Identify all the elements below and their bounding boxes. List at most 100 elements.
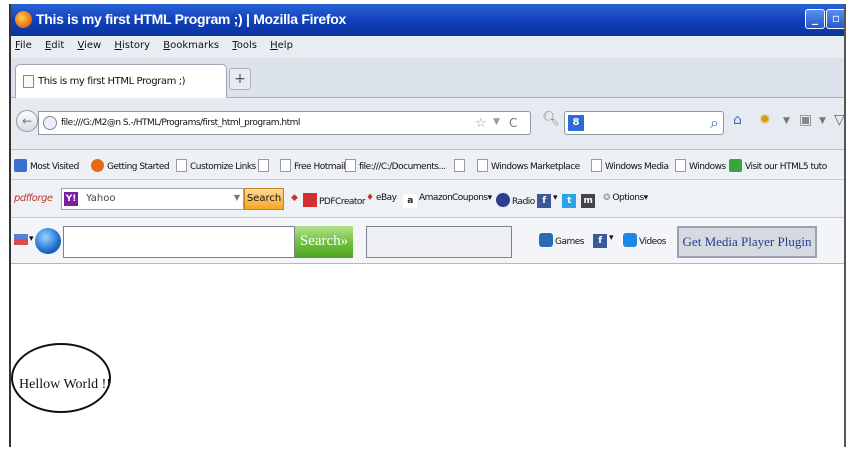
- facebook-button[interactable]: f ▾: [537, 193, 558, 208]
- bookmark-empty-1[interactable]: [258, 159, 272, 172]
- search-engine-icon[interactable]: 8: [568, 115, 584, 131]
- page-icon: [345, 159, 356, 172]
- magnifier-icon[interactable]: 🔍︎: [541, 111, 561, 133]
- amazon-button[interactable]: a Amazon: [403, 193, 453, 208]
- bookmark-windows-marketplace[interactable]: Windows Marketplace: [477, 159, 580, 172]
- page-icon: [454, 159, 465, 172]
- lock-icon[interactable]: ◆: [291, 193, 298, 203]
- restore-button[interactable]: ▫: [826, 9, 844, 29]
- games-icon: [539, 233, 553, 247]
- bookmark-windows-media[interactable]: Windows Media: [591, 159, 669, 172]
- myspace-icon: m: [581, 194, 595, 208]
- page-icon: [591, 159, 602, 172]
- reload-icon[interactable]: C: [509, 116, 517, 130]
- twitter-icon: t: [562, 194, 576, 208]
- ebay-icon: ♦: [366, 193, 376, 203]
- chevron-down-icon[interactable]: ▾: [29, 234, 34, 244]
- menu-file[interactable]: File: [15, 40, 32, 51]
- page-icon: [280, 159, 291, 172]
- pdfforge-toolbar: pdfforge Y! Yahoo ▼ Search ◆ PDFCreator …: [11, 180, 844, 218]
- chevron-down-icon[interactable]: ▼: [234, 193, 240, 202]
- twitter-button[interactable]: t: [562, 193, 578, 208]
- hello-world-text: Hellow World !!: [19, 377, 111, 392]
- html5-icon: [729, 159, 742, 172]
- facebook-button-2[interactable]: f ▾: [593, 233, 614, 248]
- search-bar[interactable]: 8 ⌕: [564, 111, 724, 135]
- pdf-icon: [303, 193, 317, 207]
- bookmarks-bar: Most Visited Getting Started Customize L…: [11, 150, 844, 180]
- tab-active[interactable]: This is my first HTML Program ;): [15, 64, 227, 98]
- search-toolbar: ▾ Search» Games f ▾ Videos Get Media Play…: [11, 218, 844, 264]
- sun-icon[interactable]: ✹: [759, 112, 771, 128]
- menu-edit[interactable]: Edit: [45, 40, 64, 51]
- minimize-button[interactable]: _: [805, 9, 825, 29]
- menu-help[interactable]: Help: [270, 40, 293, 51]
- videos-button[interactable]: Videos: [623, 233, 666, 247]
- title-bar: This is my first HTML Program ;) | Mozil…: [11, 4, 844, 36]
- options-button[interactable]: ❂ Options▾: [603, 193, 648, 203]
- page-icon: [176, 159, 187, 172]
- bookmark-file-documents[interactable]: file:///C:/Documents...: [345, 159, 446, 172]
- page-content: Hellow World !!: [11, 264, 844, 447]
- search-icon[interactable]: ⌕: [710, 113, 719, 133]
- radio-button[interactable]: Radio: [496, 193, 535, 207]
- new-tab-button[interactable]: +: [229, 68, 251, 90]
- yahoo-search-input[interactable]: Y! Yahoo ▼: [61, 188, 244, 210]
- chevron-down-icon[interactable]: ▼: [819, 116, 826, 126]
- bookmark-empty-2[interactable]: [454, 159, 468, 172]
- tab-label: This is my first HTML Program ;): [38, 76, 186, 87]
- page-icon: [258, 159, 269, 172]
- home-icon[interactable]: ⌂: [733, 112, 742, 128]
- globe-icon[interactable]: [35, 228, 61, 254]
- ebay-button[interactable]: ♦ eBay: [366, 193, 397, 203]
- radio-icon: [496, 193, 510, 207]
- star-icon[interactable]: ☆: [475, 116, 487, 131]
- yahoo-search-button[interactable]: Search: [244, 188, 284, 210]
- window-title: This is my first HTML Program ;) | Mozil…: [36, 11, 346, 27]
- pdfforge-logo[interactable]: pdfforge: [14, 193, 53, 204]
- toolbar-search-input[interactable]: [63, 226, 295, 258]
- toolbar-search-button[interactable]: Search»: [295, 226, 353, 258]
- coupons-button[interactable]: Coupons▾: [452, 193, 492, 203]
- pdfcreator-button[interactable]: PDFCreator: [303, 193, 366, 207]
- chevron-down-icon[interactable]: ▼: [493, 117, 500, 127]
- menu-view[interactable]: View: [78, 40, 102, 51]
- myspace-button[interactable]: m: [581, 193, 597, 208]
- flag-icon[interactable]: [14, 234, 28, 245]
- tab-bar: This is my first HTML Program ;) +: [11, 58, 844, 98]
- url-bar[interactable]: file:///G:/M2@n S.-/HTML/Programs/first_…: [38, 111, 531, 135]
- page-icon: [675, 159, 686, 172]
- toolbar-secondary-input[interactable]: [366, 226, 512, 258]
- facebook-icon: f: [537, 194, 551, 208]
- menu-bookmarks[interactable]: Bookmarks: [163, 40, 219, 51]
- games-button[interactable]: Games: [539, 233, 584, 247]
- url-text: file:///G:/M2@n S.-/HTML/Programs/first_…: [61, 118, 300, 128]
- page-icon: [477, 159, 488, 172]
- get-media-player-plugin-button[interactable]: Get Media Player Plugin: [677, 226, 817, 258]
- gear-icon: ❂: [603, 193, 613, 203]
- video-icon: [623, 233, 637, 247]
- menu-tools[interactable]: Tools: [232, 40, 257, 51]
- firefox-icon: [91, 159, 104, 172]
- back-button[interactable]: ←: [16, 110, 38, 132]
- bookmark-html5-tutorial[interactable]: Visit our HTML5 tuto: [729, 159, 827, 172]
- menu-history[interactable]: History: [114, 40, 150, 51]
- gear-icon: [14, 159, 27, 172]
- bookmark-free-hotmail[interactable]: Free Hotmail: [280, 159, 346, 172]
- menu-bar: File Edit View History Bookmarks Tools H…: [11, 36, 844, 58]
- bookmark-windows[interactable]: Windows: [675, 159, 726, 172]
- bookmark-getting-started[interactable]: Getting Started: [91, 159, 170, 172]
- yahoo-label: Yahoo: [86, 193, 116, 204]
- amazon-icon: a: [403, 194, 417, 208]
- yahoo-icon: Y!: [64, 192, 78, 206]
- bookmark-most-visited[interactable]: Most Visited: [14, 159, 79, 172]
- browser-window: This is my first HTML Program ;) | Mozil…: [9, 4, 846, 447]
- navigation-bar: ← file:///G:/M2@n S.-/HTML/Programs/firs…: [11, 98, 844, 150]
- firefox-icon: [15, 11, 32, 28]
- site-identity-icon[interactable]: [43, 116, 57, 130]
- downloads-icon[interactable]: ▣: [799, 112, 812, 128]
- page-icon: [23, 75, 34, 88]
- shield-icon[interactable]: ▽: [834, 112, 844, 128]
- chevron-down-icon[interactable]: ▼: [783, 116, 790, 126]
- bookmark-customize-links[interactable]: Customize Links: [176, 159, 256, 172]
